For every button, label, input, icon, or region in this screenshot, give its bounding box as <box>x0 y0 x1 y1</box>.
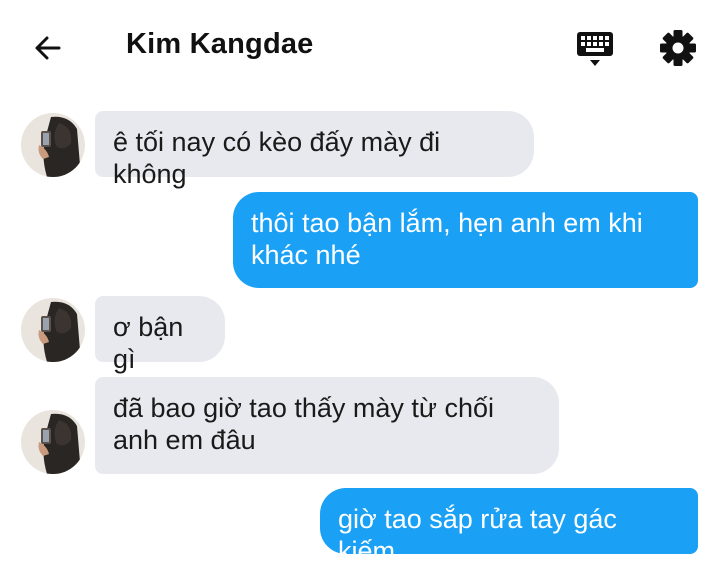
avatar[interactable] <box>21 410 85 474</box>
back-button[interactable] <box>30 30 66 66</box>
back-arrow-icon <box>35 36 61 60</box>
message-text: ơ bận gì <box>113 312 184 374</box>
message-bubble-incoming[interactable]: ơ bận gì <box>95 296 225 374</box>
message-bubble-outgoing[interactable]: giờ tao sắp rửa tay gác kiếm <box>320 488 698 566</box>
message-text: thôi tao bận lắm, hẹn anh em khi khác nh… <box>251 208 643 270</box>
chat-header: Kim Kangdae <box>0 0 720 95</box>
gear-icon <box>660 30 696 66</box>
message-bubble-incoming[interactable]: đã bao giờ tao thấy mày từ chối anh em đ… <box>95 377 559 474</box>
avatar[interactable] <box>21 298 85 362</box>
keyboard-icon <box>577 32 613 66</box>
keyboard-button[interactable] <box>575 30 615 70</box>
message-text: ê tối nay có kèo đấy mày đi không <box>113 127 441 189</box>
message-bubble-incoming[interactable]: ê tối nay có kèo đấy mày đi không <box>95 111 534 189</box>
message-bubble-outgoing[interactable]: thôi tao bận lắm, hẹn anh em khi khác nh… <box>233 192 698 288</box>
contact-name[interactable]: Kim Kangdae <box>126 28 314 61</box>
avatar[interactable] <box>21 113 85 177</box>
settings-button[interactable] <box>658 28 698 68</box>
message-text: giờ tao sắp rửa tay gác kiếm <box>338 504 617 566</box>
message-text: đã bao giờ tao thấy mày từ chối anh em đ… <box>113 393 494 455</box>
